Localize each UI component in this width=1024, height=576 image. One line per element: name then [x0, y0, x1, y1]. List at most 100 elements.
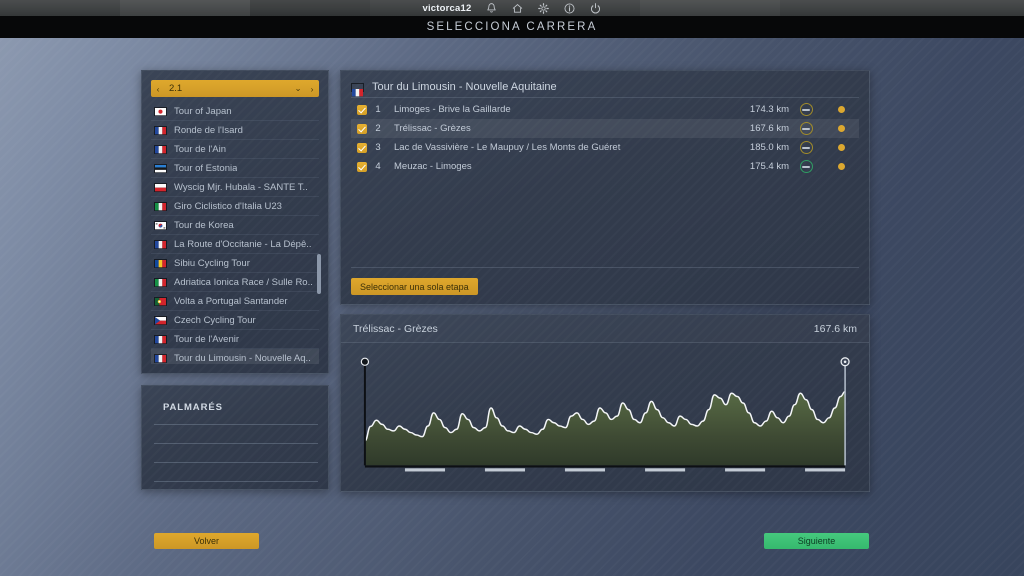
race-name: Sibiu Cycling Tour [174, 257, 250, 269]
race-list-panel: ‹ 2.1 ⌄ › Tour of Japan Ronde de l'Isard T… [141, 70, 329, 374]
stage-distance: 185.0 km [749, 142, 789, 153]
select-single-stage-button[interactable]: Seleccionar una sola etapa [351, 278, 478, 295]
race-list-item[interactable]: Ronde de l'Isard [151, 121, 319, 140]
stage-terrain-cell [789, 122, 823, 135]
stage-row[interactable]: 2 Trélissac - Grèzes 167.6 km [351, 119, 859, 138]
stage-number: 2 [375, 123, 381, 134]
romania-flag-icon [154, 258, 167, 268]
race-name: Tour du Limousin - Nouvelle Aq.. [174, 352, 311, 364]
back-button[interactable]: Volver [154, 533, 259, 549]
stage-profile-panel: Trélissac - Grèzes 167.6 km [340, 314, 870, 492]
status-badge [837, 163, 845, 170]
italy-flag-icon [154, 277, 167, 287]
status-badge [837, 144, 845, 151]
stage-distance: 175.4 km [749, 161, 789, 172]
race-list-item[interactable]: Tour du Limousin - Nouvelle Aq.. [151, 349, 319, 364]
stage-checkbox[interactable] [357, 142, 367, 153]
race-name: Giro Ciclistico d'Italia U23 [174, 200, 282, 212]
stage-terrain-cell [789, 141, 823, 154]
italy-flag-icon [154, 201, 167, 211]
stage-number: 3 [375, 142, 381, 153]
stage-name: Meuzac - Limoges [394, 161, 472, 172]
stage-status-cell [823, 125, 859, 132]
race-list-item[interactable]: Tour of Estonia [151, 159, 319, 178]
race-list-item[interactable]: Adriatica Ionica Race / Sulle Ro.. [151, 273, 319, 292]
race-list-item[interactable]: La Route d'Occitanie - La Dépê.. [151, 235, 319, 254]
stage-checkbox[interactable] [357, 104, 367, 115]
stage-status-cell [823, 144, 859, 151]
stage-rows[interactable]: 1 Limoges - Brive la Gaillarde 174.3 km 2 Tr… [351, 100, 859, 176]
race-name: La Route d'Occitanie - La Dépê.. [174, 238, 312, 250]
gear-icon[interactable] [537, 2, 550, 15]
race-name: Tour de l'Avenir [174, 333, 240, 345]
race-name: Czech Cycling Tour [174, 314, 256, 326]
user-bar: victorca12 [0, 0, 1024, 16]
stage-checkbox[interactable] [357, 161, 367, 172]
france-flag-icon [154, 125, 167, 135]
race-list-item[interactable]: Czech Cycling Tour [151, 311, 319, 330]
race-list-item[interactable]: Giro Ciclistico d'Italia U23 [151, 197, 319, 216]
stage-status-cell [823, 163, 859, 170]
palmares-row [154, 424, 318, 425]
palmares-panel: PALMARÉS [141, 385, 329, 490]
france-flag-icon [154, 239, 167, 249]
race-list-item[interactable]: Tour of Japan [151, 102, 319, 121]
france-flag-icon [154, 353, 167, 363]
race-name: Adriatica Ionica Race / Sulle Ro.. [174, 276, 313, 288]
palmares-row [154, 481, 318, 482]
race-name: Tour of Japan [174, 105, 232, 117]
flat-icon [799, 122, 813, 135]
race-name: Volta a Portugal Santander [174, 295, 288, 307]
stage-row[interactable]: 3 Lac de Vassivière - Le Maupuy / Les Mon… [351, 138, 859, 157]
race-list-item[interactable]: Volta a Portugal Santander [151, 292, 319, 311]
korea-flag-icon [154, 220, 167, 230]
profile-stage-name: Trélissac - Grèzes [353, 322, 438, 335]
info-icon[interactable] [563, 2, 576, 15]
stage-name: Trélissac - Grèzes [394, 123, 471, 134]
stage-name: Limoges - Brive la Gaillarde [394, 104, 511, 115]
race-list-item[interactable]: Wyscig Mjr. Hubala - SANTE T.. [151, 178, 319, 197]
stage-row[interactable]: 1 Limoges - Brive la Gaillarde 174.3 km [351, 100, 859, 119]
france-flag-icon [351, 82, 364, 97]
status-badge [837, 125, 845, 132]
power-icon[interactable] [589, 2, 602, 15]
category-dropdown[interactable]: ‹ 2.1 ⌄ › [151, 80, 319, 97]
portugal-flag-icon [154, 296, 167, 306]
race-name: Tour de Korea [174, 219, 234, 231]
czech-flag-icon [154, 315, 167, 325]
race-list[interactable]: Tour of Japan Ronde de l'Isard Tour de l'A… [151, 102, 319, 364]
screen-title-bar: SELECCIONA CARRERA [0, 16, 1024, 38]
race-list-item[interactable]: Sibiu Cycling Tour [151, 254, 319, 273]
username-label: victorca12 [422, 2, 472, 14]
dropdown-prev-icon[interactable]: ‹ [151, 84, 165, 94]
france-flag-icon [154, 334, 167, 344]
poland-flag-icon [154, 182, 167, 192]
scrollbar-thumb[interactable] [317, 254, 321, 294]
stage-number: 1 [375, 104, 381, 115]
stage-terrain-cell [789, 160, 823, 173]
race-list-item[interactable]: Tour de l'Ain [151, 140, 319, 159]
race-title: Tour du Limousin - Nouvelle Aquitaine [372, 81, 557, 93]
chevron-down-icon[interactable]: ⌄ [291, 83, 305, 94]
race-name: Wyscig Mjr. Hubala - SANTE T.. [174, 181, 308, 193]
stage-checkbox[interactable] [357, 123, 367, 134]
stage-list-panel: Tour du Limousin - Nouvelle Aquitaine 1 L… [340, 70, 870, 305]
bell-icon[interactable] [485, 2, 498, 15]
status-badge [837, 106, 845, 113]
stage-number: 4 [375, 161, 381, 172]
palmares-title: PALMARÉS [163, 402, 223, 413]
home-icon[interactable] [511, 2, 524, 15]
race-name: Ronde de l'Isard [174, 124, 243, 136]
race-name: Tour of Estonia [174, 162, 238, 174]
stage-terrain-cell [789, 103, 823, 116]
profile-distance: 167.6 km [813, 322, 857, 335]
palmares-row [154, 443, 318, 444]
stage-row[interactable]: 4 Meuzac - Limoges 175.4 km [351, 157, 859, 176]
stage-status-cell [823, 106, 859, 113]
stage-distance: 174.3 km [749, 104, 789, 115]
next-button[interactable]: Siguiente [764, 533, 869, 549]
race-list-item[interactable]: Tour de l'Avenir [151, 330, 319, 349]
dropdown-next-icon[interactable]: › [305, 84, 319, 94]
race-list-item[interactable]: Tour de Korea [151, 216, 319, 235]
race-list-scrollbar[interactable] [317, 102, 321, 364]
